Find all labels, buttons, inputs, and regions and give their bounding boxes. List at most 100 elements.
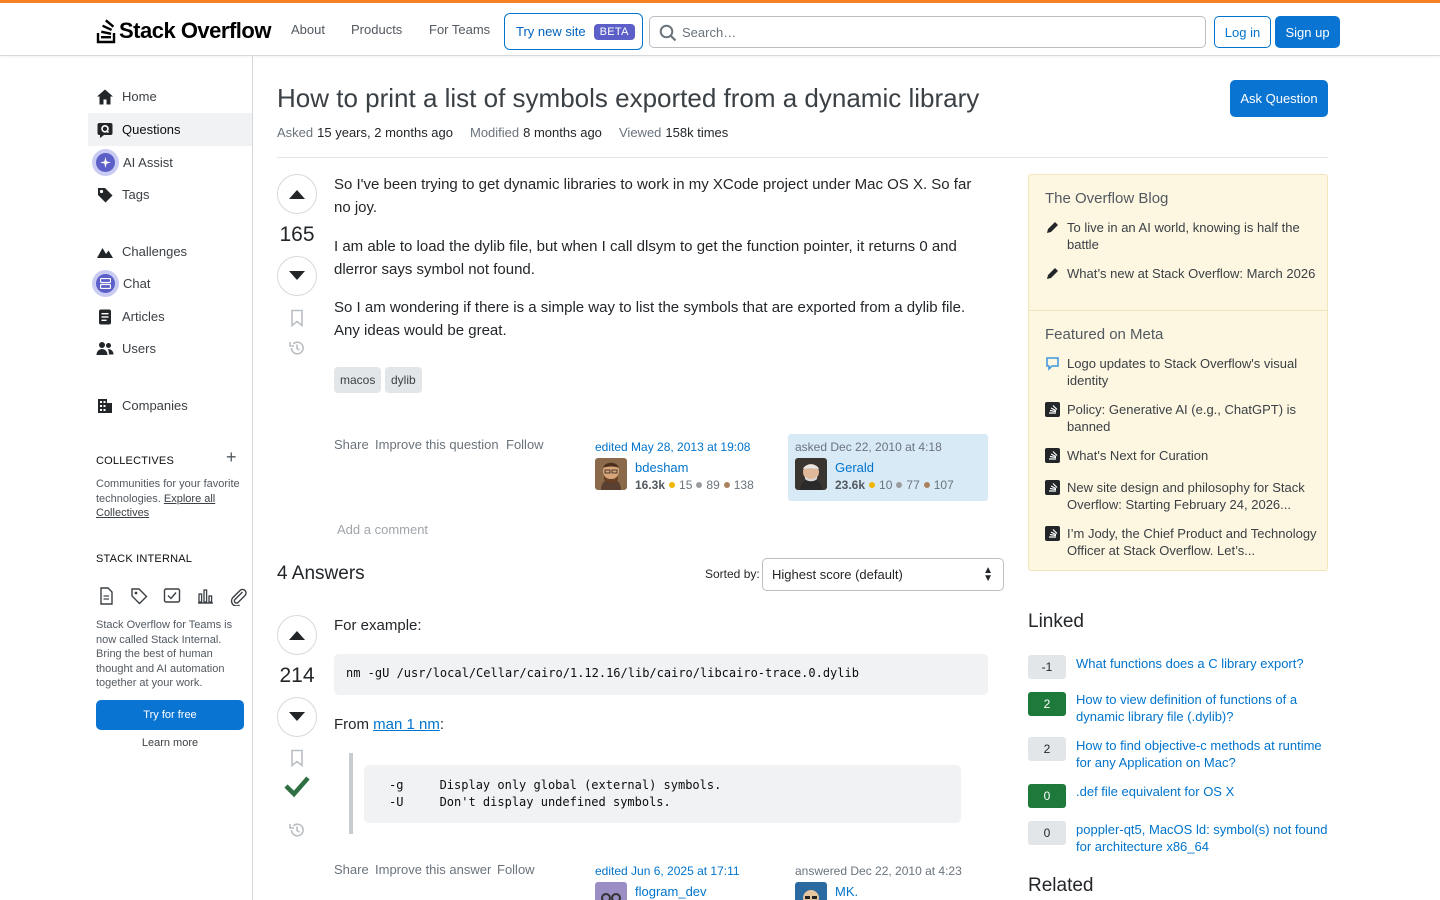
meta-item[interactable]: I’m Jody, the Chief Product and Technolo…: [1045, 525, 1320, 559]
answer-downvote-button[interactable]: [277, 697, 317, 737]
add-collective-icon[interactable]: +: [226, 447, 237, 468]
signup-button[interactable]: Sign up: [1275, 16, 1340, 48]
sidebar-item-tags[interactable]: Tags: [88, 178, 252, 211]
accepted-check-icon: [284, 776, 310, 798]
linked-question-link[interactable]: poppler-qt5, MacOS ld: symbol(s) not fou…: [1076, 821, 1328, 855]
bookmark-icon[interactable]: [288, 749, 306, 767]
sidebar-item-chat[interactable]: Chat: [88, 267, 252, 300]
linked-score-accepted: 2: [1028, 692, 1066, 716]
blog-item[interactable]: To live in an AI world, knowing is half …: [1045, 219, 1320, 253]
avatar[interactable]: [595, 882, 627, 900]
answer-owner-card: answered Dec 22, 2010 at 4:23 MK.: [788, 858, 988, 900]
linked-question-link[interactable]: How to view definition of functions of a…: [1076, 691, 1328, 725]
blockquote-bar: [349, 753, 353, 834]
history-icon[interactable]: [288, 339, 306, 357]
linked-score: -1: [1028, 655, 1066, 679]
sidebar-item-challenges[interactable]: Challenges: [88, 235, 252, 268]
linked-heading: Linked: [1028, 611, 1084, 632]
quoted-code-block: -g Display only global (external) symbol…: [364, 765, 961, 823]
pencil-icon: [1047, 268, 1058, 279]
editor-name-link[interactable]: flogram_dev: [635, 884, 707, 899]
question-body-paragraph: I am able to load the dylib file, but wh…: [334, 238, 957, 278]
bookmark-icon[interactable]: [288, 309, 306, 327]
follow-link[interactable]: Follow: [497, 862, 535, 877]
search-input[interactable]: Search…: [649, 16, 1206, 48]
articles-icon: [96, 308, 114, 326]
stack-exchange-icon: [1045, 448, 1060, 463]
question-upvote-button[interactable]: [277, 174, 317, 214]
avatar[interactable]: [595, 458, 627, 490]
tag-dylib[interactable]: dylib: [385, 367, 422, 393]
login-button[interactable]: Log in: [1214, 16, 1271, 48]
edit-timestamp-link[interactable]: edited Jun 6, 2025 at 17:11: [595, 864, 740, 878]
sidebar-item-label: Companies: [122, 398, 188, 413]
sidebar-item-questions[interactable]: Questions: [88, 113, 252, 146]
add-comment-link[interactable]: Add a comment: [337, 522, 428, 537]
answer-score: 214: [279, 664, 315, 687]
question-downvote-button[interactable]: [277, 256, 317, 296]
linked-score: 2: [1028, 737, 1066, 761]
beta-badge: BETA: [593, 23, 635, 40]
stack-exchange-icon: [1045, 480, 1060, 495]
nav-about[interactable]: About: [291, 22, 325, 37]
sort-select[interactable]: Highest score (default) ▲ ▼: [762, 558, 1004, 591]
gold-badge-icon: [669, 482, 676, 488]
meta-item[interactable]: Logo updates to Stack Overflow's visual …: [1045, 355, 1320, 389]
linked-question-link[interactable]: What functions does a C library export?: [1076, 655, 1328, 672]
owner-name-link[interactable]: Gerald: [835, 460, 874, 475]
sidebar-item-companies[interactable]: Companies: [88, 389, 252, 422]
nav-for-teams[interactable]: For Teams: [429, 22, 490, 37]
site-logo[interactable]: Stack Overflow: [96, 18, 271, 44]
learn-more-link[interactable]: Learn more: [96, 737, 244, 749]
blog-item[interactable]: What’s new at Stack Overflow: March 2026: [1045, 265, 1320, 282]
sidebar-item-users[interactable]: Users: [88, 332, 252, 365]
answer-upvote-button[interactable]: [277, 615, 317, 655]
sort-select-value: Highest score (default): [772, 567, 903, 582]
sidebar-item-ai-assist[interactable]: AI Assist: [88, 146, 252, 179]
nav-products[interactable]: Products: [351, 22, 402, 37]
sidebar-item-label: Users: [122, 341, 156, 356]
sidebar-item-label: Tags: [122, 187, 150, 202]
stack-exchange-icon: [1045, 526, 1060, 541]
answer-editor-card: edited Jun 6, 2025 at 17:11 flogram_dev: [588, 858, 788, 900]
avatar[interactable]: [795, 882, 827, 900]
linked-question-link[interactable]: .def file equivalent for OS X: [1076, 783, 1328, 800]
sidebar-item-label: Challenges: [122, 244, 188, 259]
history-icon[interactable]: [288, 821, 306, 839]
meta-item[interactable]: What's Next for Curation: [1045, 447, 1320, 464]
follow-link[interactable]: Follow: [506, 437, 544, 452]
sorted-by-label: Sorted by:: [705, 567, 760, 581]
meta-item[interactable]: Policy: Generative AI (e.g., ChatGPT) is…: [1045, 401, 1320, 435]
try-new-site-button[interactable]: Try new site BETA: [504, 13, 643, 50]
owner-name-link[interactable]: MK.: [835, 884, 858, 899]
owner-user-card: asked Dec 22, 2010 at 4:18 Gerald 23.6k …: [788, 434, 988, 501]
sidebar-item-label: Questions: [122, 122, 181, 137]
avatar[interactable]: [795, 458, 827, 490]
try-new-site-label: Try new site: [516, 24, 586, 39]
try-for-free-button[interactable]: Try for free: [96, 700, 244, 730]
sidebar-item-articles[interactable]: Articles: [88, 300, 252, 333]
featured-meta-heading: Featured on Meta: [1045, 326, 1164, 343]
question-title[interactable]: How to print a list of symbols exported …: [277, 83, 979, 114]
edit-timestamp-link[interactable]: edited May 28, 2013 at 19:08: [595, 440, 750, 454]
improve-answer-link[interactable]: Improve this answer: [375, 862, 491, 877]
bronze-badge-icon: [723, 482, 730, 488]
logo-text: Stack Overflow: [119, 18, 271, 43]
editor-name-link[interactable]: bdesham: [635, 460, 688, 475]
tag-macos[interactable]: macos: [334, 367, 382, 393]
gold-badge-icon: [869, 482, 876, 488]
ask-question-button[interactable]: Ask Question: [1230, 80, 1328, 117]
collectives-heading: COLLECTIVES: [96, 455, 175, 467]
question-viewed: Viewed 158k times: [619, 125, 729, 140]
sidebar-item-home[interactable]: Home: [88, 80, 252, 113]
improve-question-link[interactable]: Improve this question: [375, 437, 499, 452]
share-link[interactable]: Share: [334, 437, 369, 452]
answer-intro: For example:: [334, 617, 422, 634]
man-nm-link[interactable]: man 1 nm: [373, 716, 440, 733]
share-link[interactable]: Share: [334, 862, 369, 877]
linked-question-link[interactable]: How to find objective-c methods at runti…: [1076, 737, 1328, 771]
collectives-text: Communities for your favorite technologi…: [96, 478, 240, 519]
top-bar: Stack Overflow About Products For Teams …: [0, 0, 1440, 56]
meta-item[interactable]: New site design and philosophy for Stack…: [1045, 479, 1320, 513]
chat-icon: [92, 270, 119, 297]
